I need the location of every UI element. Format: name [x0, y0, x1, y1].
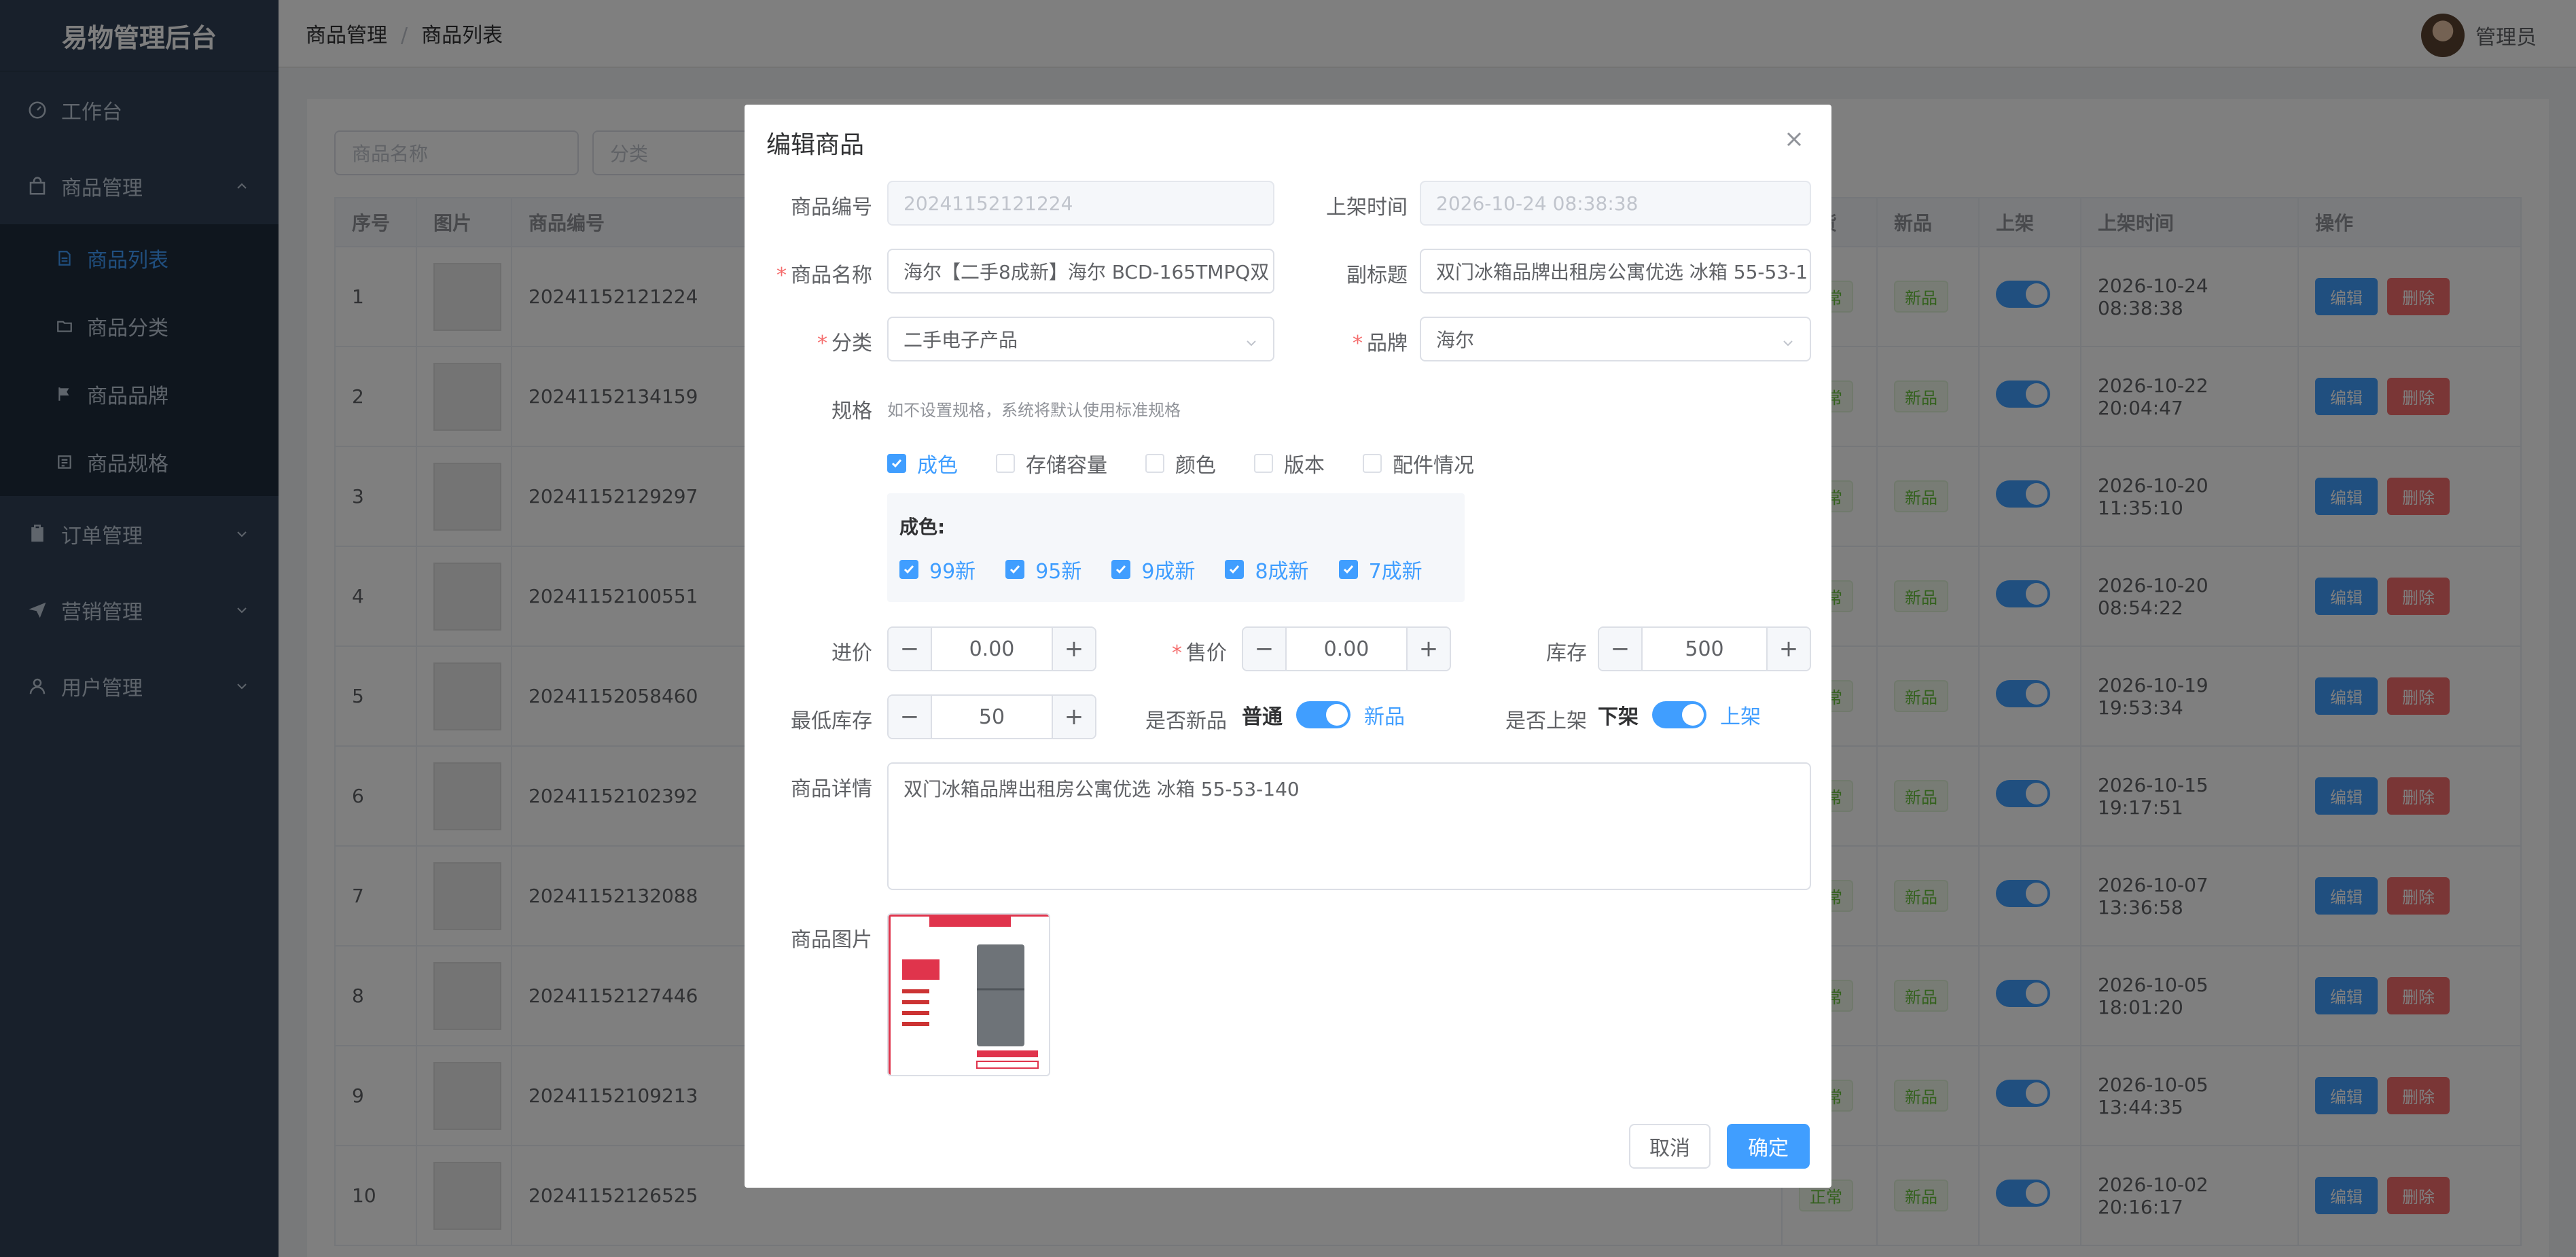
plus-icon[interactable]: +: [1052, 628, 1095, 670]
condition-title: 成色:: [899, 516, 946, 538]
is-new-off-text: 普通: [1242, 705, 1283, 729]
spec-option-storage[interactable]: 存储容量: [996, 448, 1107, 478]
dialog-title: 编辑商品: [766, 131, 865, 159]
price-value[interactable]: 0.00: [1287, 637, 1406, 661]
confirm-button[interactable]: 确定: [1727, 1124, 1810, 1169]
edit-goods-dialog: 编辑商品 商品编号 20241152121224 上架时间 2026-10-24…: [745, 105, 1831, 1188]
condition-70[interactable]: 7成新: [1338, 554, 1423, 584]
plus-icon[interactable]: +: [1406, 628, 1450, 670]
condition-panel: 成色: 99新 95新 9成新 8成新 7成新: [887, 493, 1465, 602]
checkbox-checked-icon: [887, 454, 906, 473]
minus-icon[interactable]: −: [1599, 628, 1643, 670]
chevron-down-icon: [1245, 332, 1258, 347]
checkbox-icon: [996, 454, 1015, 473]
price-stepper[interactable]: − 0.00 +: [1242, 626, 1451, 671]
subtitle-input[interactable]: 双门冰箱品牌出租房公寓优选 冰箱 55-53-1: [1420, 249, 1811, 294]
min-stock-label: 最低库存: [791, 709, 872, 733]
condition-values: 99新 95新 9成新 8成新 7成新: [899, 554, 1423, 584]
category-select[interactable]: 二手电子产品: [887, 317, 1274, 361]
toggle-switch[interactable]: [1652, 701, 1706, 728]
cost-value[interactable]: 0.00: [932, 637, 1052, 661]
stock-value[interactable]: 500: [1643, 637, 1766, 661]
brand-select[interactable]: 海尔: [1420, 317, 1811, 361]
spec-option-version[interactable]: 版本: [1254, 448, 1325, 478]
on-shelf-off-text: 下架: [1598, 705, 1639, 729]
shelf-time-input: 2026-10-24 08:38:38: [1420, 181, 1811, 226]
cancel-button[interactable]: 取消: [1629, 1124, 1711, 1169]
minus-icon[interactable]: −: [889, 696, 932, 738]
plus-icon[interactable]: +: [1766, 628, 1810, 670]
cost-stepper[interactable]: − 0.00 +: [887, 626, 1096, 671]
spec-option-condition[interactable]: 成色: [887, 448, 958, 478]
condition-99[interactable]: 99新: [899, 554, 976, 584]
spec-label: 规格: [831, 400, 872, 423]
image-label: 商品图片: [791, 928, 872, 952]
price-label: * 售价: [1172, 641, 1227, 665]
chevron-down-icon: [1781, 332, 1795, 347]
shelf-time-label: 上架时间: [1326, 196, 1408, 219]
condition-90[interactable]: 9成新: [1111, 554, 1195, 584]
spec-option-accessories[interactable]: 配件情况: [1363, 448, 1474, 478]
checkbox-checked-icon: [1225, 560, 1245, 579]
plus-icon[interactable]: +: [1052, 696, 1095, 738]
product-image[interactable]: [887, 913, 1050, 1076]
checkbox-icon: [1363, 454, 1382, 473]
spec-option-color[interactable]: 颜色: [1145, 448, 1216, 478]
checkbox-checked-icon: [1338, 560, 1358, 579]
brand-value: 海尔: [1436, 329, 1475, 351]
on-shelf-toggle[interactable]: 下架 上架: [1598, 700, 1761, 730]
on-shelf-on-text: 上架: [1720, 705, 1761, 729]
name-label: * 商品名称: [776, 264, 872, 287]
min-stock-value[interactable]: 50: [932, 705, 1052, 729]
spec-hint: 如不设置规格，系统将默认使用标准规格: [887, 401, 1181, 420]
on-shelf-label: 是否上架: [1505, 709, 1587, 733]
toggle-switch[interactable]: [1296, 701, 1350, 728]
is-new-label: 是否新品: [1145, 709, 1227, 733]
checkbox-icon: [1254, 454, 1273, 473]
category-label: * 分类: [817, 332, 872, 355]
min-stock-stepper[interactable]: − 50 +: [887, 694, 1096, 739]
spec-options: 成色 存储容量 颜色 版本 配件情况: [887, 448, 1512, 478]
code-label: 商品编号: [791, 196, 872, 219]
close-icon[interactable]: [1784, 129, 1804, 149]
detail-label: 商品详情: [791, 777, 872, 801]
subtitle-label: 副标题: [1346, 264, 1408, 287]
is-new-on-text: 新品: [1364, 705, 1405, 729]
condition-95[interactable]: 95新: [1005, 554, 1081, 584]
minus-icon[interactable]: −: [889, 628, 932, 670]
brand-label: * 品牌: [1353, 332, 1408, 355]
cost-label: 进价: [831, 641, 872, 665]
condition-80[interactable]: 8成新: [1225, 554, 1309, 584]
checkbox-checked-icon: [899, 560, 918, 579]
detail-textarea[interactable]: 双门冰箱品牌出租房公寓优选 冰箱 55-53-140: [887, 762, 1811, 890]
stock-label: 库存: [1546, 641, 1587, 665]
checkbox-icon: [1145, 454, 1164, 473]
minus-icon[interactable]: −: [1243, 628, 1287, 670]
checkbox-checked-icon: [1005, 560, 1025, 579]
stock-stepper[interactable]: − 500 +: [1598, 626, 1811, 671]
category-value: 二手电子产品: [904, 329, 1018, 351]
code-input: 20241152121224: [887, 181, 1274, 226]
is-new-toggle[interactable]: 普通 新品: [1242, 700, 1405, 730]
name-input[interactable]: 海尔【二手8成新】海尔 BCD-165TMPQ双: [887, 249, 1274, 294]
checkbox-checked-icon: [1111, 560, 1131, 579]
